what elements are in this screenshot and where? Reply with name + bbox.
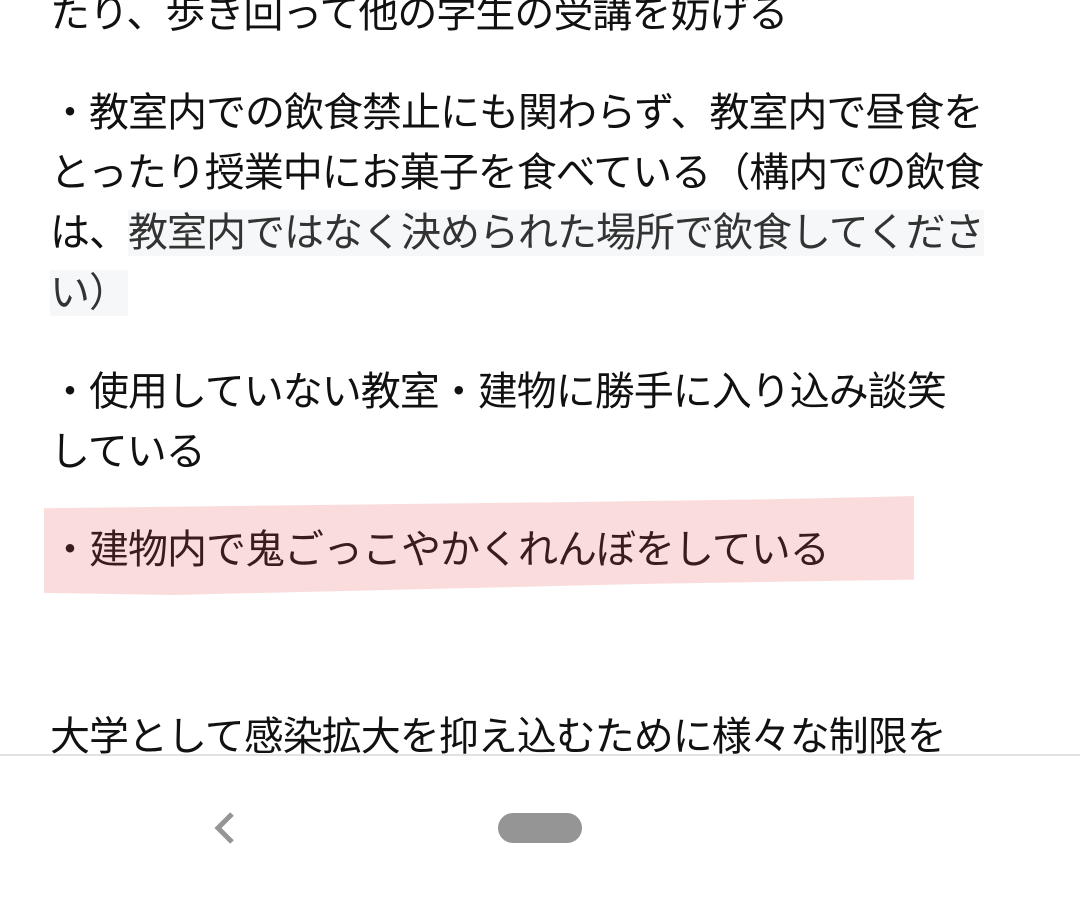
highlighted-text: い） bbox=[50, 270, 129, 316]
back-button[interactable] bbox=[205, 806, 245, 850]
paragraph-line: している bbox=[50, 429, 206, 475]
highlighted-paragraph: ・建物内で鬼ごっこやかくれんぼをしている bbox=[50, 527, 830, 573]
home-pill-icon[interactable] bbox=[498, 813, 582, 843]
system-navigation-bar bbox=[0, 754, 1080, 900]
paragraph-line: ・教室内での飲食禁止にも関わらず、教室内で昼食を bbox=[50, 90, 983, 136]
highlighted-text: 教室内ではなく決められた場所で飲食してくださ bbox=[128, 210, 985, 256]
paragraph-line: は、教室内ではなく決められた場所で飲食してくださ bbox=[50, 203, 985, 263]
paragraph-line: とったり授業中にお菓子を食べている（構内での飲食 bbox=[50, 150, 984, 196]
paragraph-line: い） bbox=[50, 263, 129, 323]
paragraph-line: たり、歩き回って他の学生の受講を妨げる bbox=[50, 0, 788, 37]
chevron-left-icon bbox=[214, 812, 234, 844]
text-segment: は、 bbox=[50, 210, 129, 256]
paragraph-line: ・使用していない教室・建物に勝手に入り込み談笑 bbox=[50, 369, 947, 415]
